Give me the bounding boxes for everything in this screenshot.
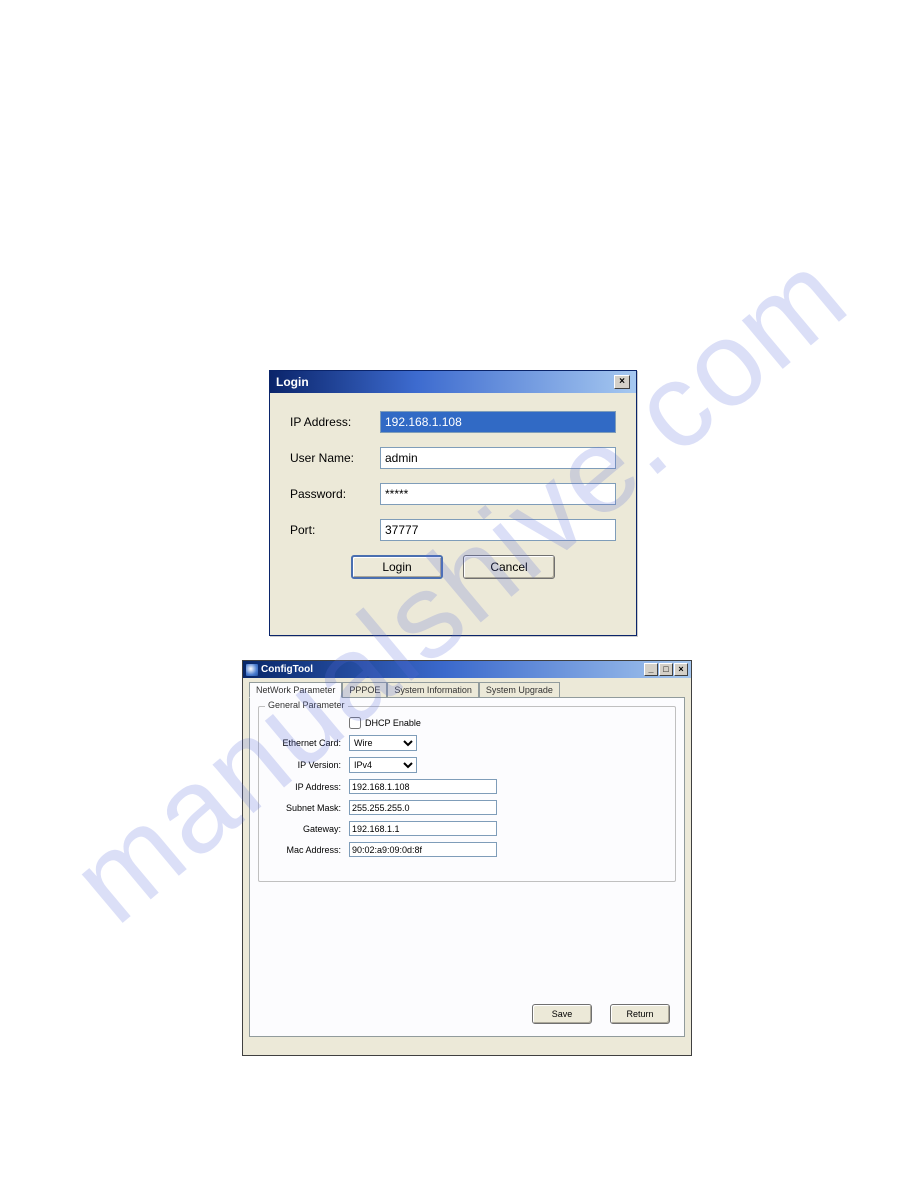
dhcp-checkbox-label: DHCP Enable	[365, 718, 421, 728]
fieldset-legend: General Parameter	[265, 700, 348, 710]
login-row-pass: Password:	[290, 483, 616, 505]
return-button[interactable]: Return	[610, 1004, 670, 1024]
row-ethernet: Ethernet Card: Wire	[269, 735, 665, 751]
mac-address-input[interactable]	[349, 842, 497, 857]
tab-pppoe[interactable]: PPPOE	[342, 682, 387, 698]
row-gateway: Gateway:	[269, 821, 665, 836]
close-icon[interactable]: ×	[614, 375, 630, 389]
ip-version-select[interactable]: IPv4	[349, 757, 417, 773]
cfg-ip-address-label: IP Address:	[269, 782, 349, 792]
cancel-button[interactable]: Cancel	[463, 555, 555, 579]
row-subnet: Subnet Mask:	[269, 800, 665, 815]
row-ipaddress: IP Address:	[269, 779, 665, 794]
mac-address-label: Mac Address:	[269, 845, 349, 855]
tab-panel: General Parameter DHCP Enable Ethernet C…	[249, 697, 685, 1037]
user-name-input[interactable]	[380, 447, 616, 469]
ethernet-card-label: Ethernet Card:	[269, 738, 349, 748]
configtool-title: ConfigTool	[261, 664, 313, 675]
gateway-input[interactable]	[349, 821, 497, 836]
configtool-window: ConfigTool _ □ × NetWork Parameter PPPOE…	[242, 660, 692, 1056]
tab-network-parameter[interactable]: NetWork Parameter	[249, 682, 342, 698]
login-body: IP Address: User Name: Password: Port: L…	[270, 393, 636, 591]
window-buttons: _ □ ×	[644, 663, 688, 676]
config-button-row: Save Return	[532, 1004, 670, 1024]
login-title: Login	[276, 375, 309, 389]
login-row-port: Port:	[290, 519, 616, 541]
port-label: Port:	[290, 523, 380, 537]
gateway-label: Gateway:	[269, 824, 349, 834]
row-mac: Mac Address:	[269, 842, 665, 857]
ip-address-input[interactable]	[380, 411, 616, 433]
ip-version-label: IP Version:	[269, 760, 349, 770]
login-row-ip: IP Address:	[290, 411, 616, 433]
ethernet-card-select[interactable]: Wire	[349, 735, 417, 751]
subnet-mask-label: Subnet Mask:	[269, 803, 349, 813]
tab-bar: NetWork Parameter PPPOE System Informati…	[243, 678, 691, 697]
row-ipversion: IP Version: IPv4	[269, 757, 665, 773]
maximize-icon[interactable]: □	[659, 663, 673, 676]
configtool-titlebar: ConfigTool _ □ ×	[243, 661, 691, 678]
general-parameter-fieldset: General Parameter DHCP Enable Ethernet C…	[258, 706, 676, 882]
dhcp-enable-checkbox[interactable]: DHCP Enable	[349, 717, 421, 729]
login-button-row: Login Cancel	[290, 555, 616, 579]
login-button[interactable]: Login	[351, 555, 443, 579]
password-input[interactable]	[380, 483, 616, 505]
login-titlebar: Login ×	[270, 371, 636, 393]
password-label: Password:	[290, 487, 380, 501]
login-row-user: User Name:	[290, 447, 616, 469]
login-dialog: Login × IP Address: User Name: Password:…	[269, 370, 637, 636]
save-button[interactable]: Save	[532, 1004, 592, 1024]
cfg-ip-address-input[interactable]	[349, 779, 497, 794]
row-dhcp: DHCP Enable	[269, 717, 665, 729]
tab-system-information[interactable]: System Information	[387, 682, 479, 698]
tab-system-upgrade[interactable]: System Upgrade	[479, 682, 560, 698]
minimize-icon[interactable]: _	[644, 663, 658, 676]
dhcp-checkbox-input[interactable]	[349, 717, 361, 729]
app-icon	[246, 664, 258, 676]
port-input[interactable]	[380, 519, 616, 541]
ip-address-label: IP Address:	[290, 415, 380, 429]
close-icon[interactable]: ×	[674, 663, 688, 676]
subnet-mask-input[interactable]	[349, 800, 497, 815]
user-name-label: User Name:	[290, 451, 380, 465]
